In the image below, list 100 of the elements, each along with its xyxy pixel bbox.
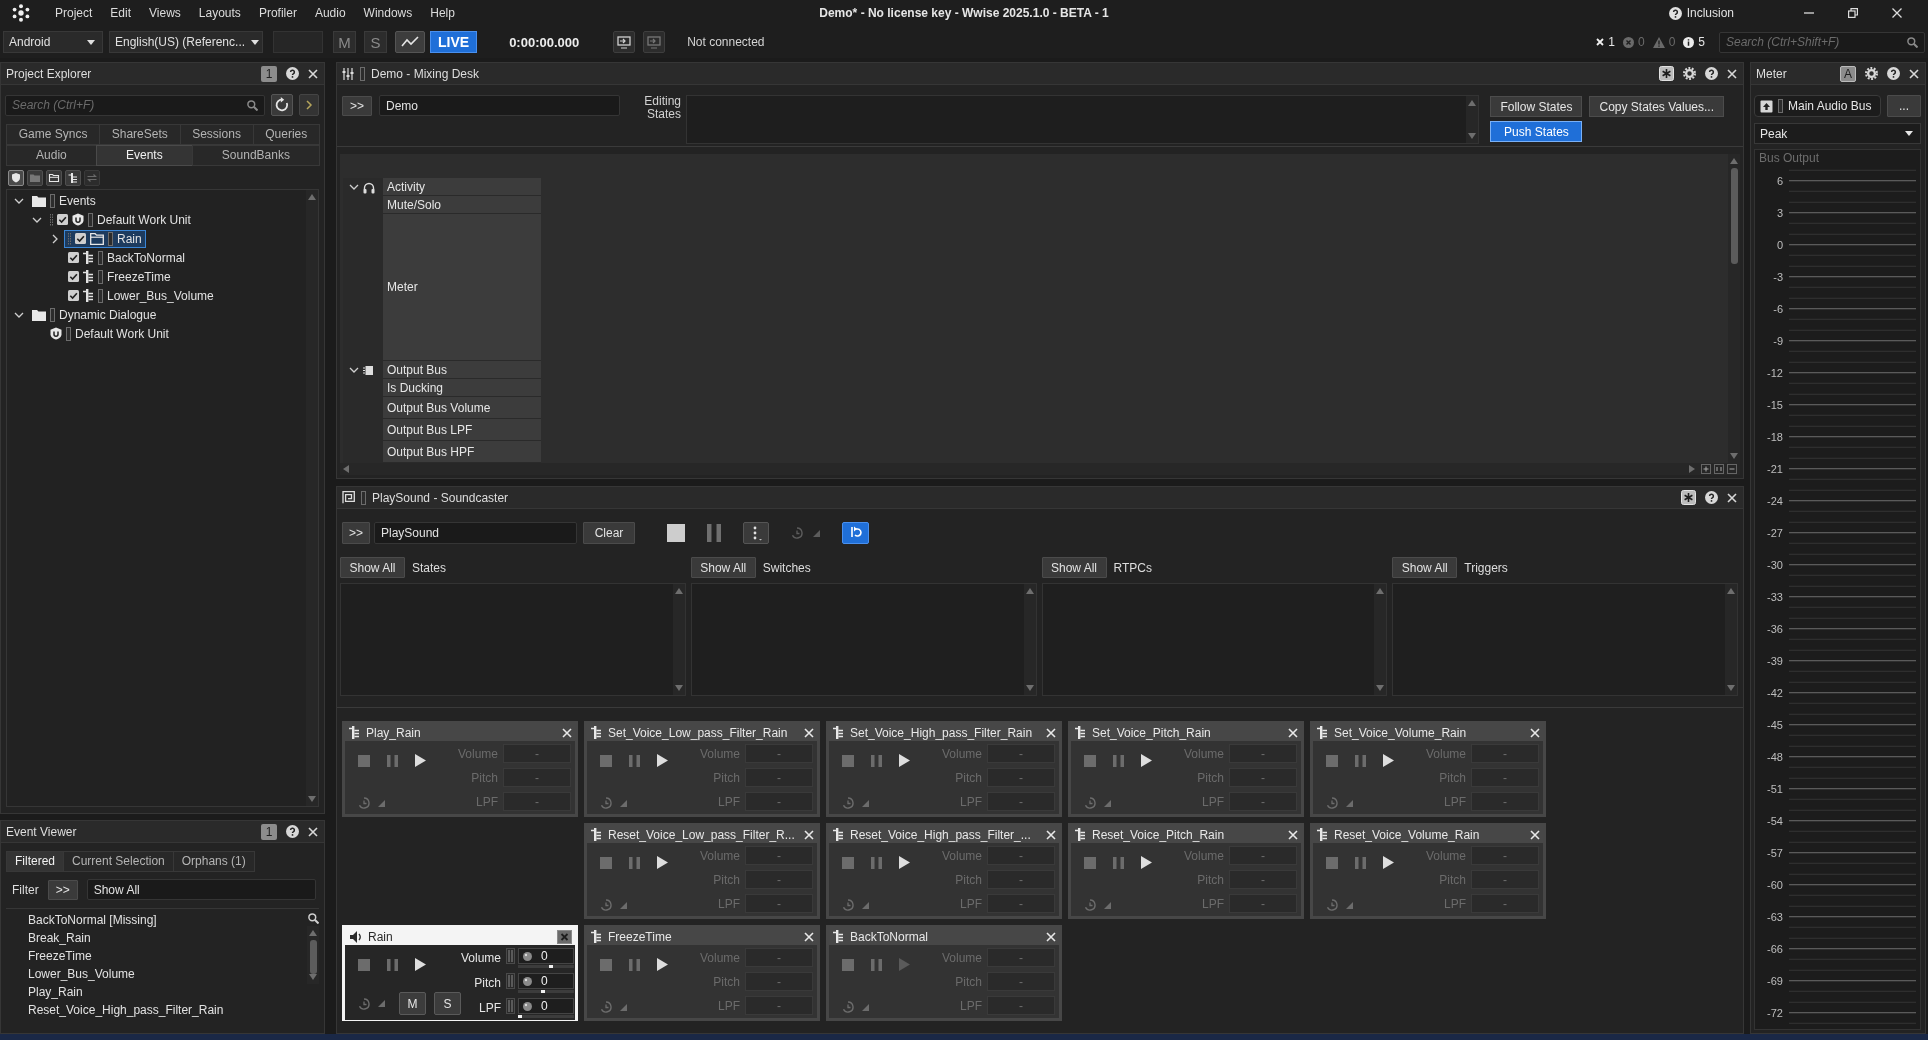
clock-icon[interactable] [842, 797, 854, 809]
play-icon[interactable] [415, 754, 426, 767]
play-icon[interactable] [899, 856, 910, 869]
platform-dropdown[interactable]: Android [3, 31, 103, 53]
live-button[interactable]: LIVE [430, 31, 478, 53]
triangle-icon[interactable] [1104, 799, 1111, 807]
clock-icon[interactable] [842, 899, 854, 911]
event-card[interactable]: Set_Voice_Pitch_Rain Volume - Pitch - LPF - [1068, 721, 1304, 817]
slider-thumb[interactable] [549, 965, 554, 968]
help-icon[interactable] [286, 67, 299, 80]
show-all-button[interactable]: Show All [340, 557, 405, 578]
event-card[interactable]: Reset_Voice_Low_pass_Filter_R... Volume - Pitch - LPF - [584, 823, 820, 919]
play-icon[interactable] [415, 958, 426, 971]
tab[interactable]: Events [95, 145, 193, 166]
checkbox[interactable] [68, 271, 79, 282]
stop-icon[interactable] [842, 958, 854, 971]
chevron-down-icon[interactable] [349, 182, 359, 192]
clock-icon[interactable] [842, 1001, 854, 1013]
triangle-icon[interactable] [620, 799, 627, 807]
tree-item[interactable]: BackToNormal [64, 248, 190, 267]
triangle-icon[interactable] [1346, 799, 1353, 807]
help-icon[interactable] [1705, 491, 1718, 504]
clock-icon[interactable] [1326, 899, 1338, 911]
sound-card[interactable]: Rain M S Volume 0 Pitch 0 LPF 0 [342, 925, 578, 1021]
list-item[interactable]: Play_Rain [28, 983, 307, 1001]
checkbox[interactable] [68, 252, 79, 263]
event-card[interactable]: BackToNormal Volume - Pitch - LPF - [826, 925, 1062, 1021]
zoom-out-icon[interactable] [1727, 464, 1737, 474]
stop-icon[interactable] [1084, 754, 1096, 767]
zoom-in-icon[interactable] [1701, 464, 1711, 474]
tab[interactable]: ShareSets [99, 124, 181, 145]
monitor-icon[interactable] [613, 31, 636, 53]
search-icon[interactable] [1907, 36, 1918, 48]
drag-handle-icon[interactable] [50, 213, 53, 226]
pause-icon[interactable] [707, 524, 721, 542]
menu-item[interactable]: Views [140, 3, 190, 23]
pause-icon[interactable] [871, 856, 882, 869]
search-field[interactable]: Search (Ctrl+Shift+F) [1719, 31, 1925, 53]
clock-icon[interactable] [358, 797, 370, 809]
play-icon[interactable] [1141, 754, 1152, 767]
shield-icon[interactable] [8, 170, 24, 186]
expand-button[interactable]: >> [342, 522, 370, 544]
search-field[interactable]: Search (Ctrl+F) [5, 94, 265, 116]
pause-icon[interactable] [629, 856, 640, 869]
user-name[interactable]: Inclusion [1686, 6, 1734, 20]
stop-icon[interactable] [1326, 856, 1338, 869]
stop-icon[interactable] [1084, 856, 1096, 869]
restore-icon[interactable] [1848, 8, 1858, 18]
clock-icon[interactable] [600, 797, 612, 809]
menu-item[interactable]: Audio [305, 3, 355, 23]
refresh-icon[interactable] [271, 94, 293, 116]
mute-button[interactable]: M [333, 31, 356, 53]
menu-item[interactable]: Profiler [249, 3, 306, 23]
clock-icon[interactable] [358, 997, 370, 1010]
settings-icon[interactable] [1865, 67, 1878, 80]
stop-icon[interactable] [600, 754, 612, 767]
stop-icon[interactable] [600, 856, 612, 869]
name-field[interactable]: Demo [379, 95, 620, 116]
tree-item[interactable]: Default Work Unit [46, 210, 195, 229]
tree-item[interactable]: Lower_Bus_Volume [64, 286, 218, 305]
reset-icon[interactable] [842, 522, 869, 544]
pause-icon[interactable] [871, 958, 882, 971]
letter-badge[interactable]: A [1840, 65, 1856, 82]
card-toggle-button[interactable]: M [399, 992, 426, 1015]
vertical-scrollbar[interactable] [1374, 584, 1387, 695]
toggle-button[interactable]: Copy States Values... [1589, 96, 1724, 117]
pause-icon[interactable] [871, 754, 882, 767]
toggle-button[interactable]: Push States [1490, 121, 1583, 142]
tab[interactable]: Orphans (1) [172, 851, 255, 872]
list-item[interactable]: Break_Rain [28, 929, 307, 947]
triangle-icon[interactable] [862, 799, 869, 807]
tree-item[interactable]: Rain [64, 229, 146, 248]
expand-button[interactable]: >> [342, 96, 372, 116]
monitor-icon[interactable] [643, 31, 666, 53]
checkbox[interactable] [57, 214, 68, 225]
warning-icon[interactable] [1652, 36, 1665, 48]
pause-icon[interactable] [387, 754, 398, 767]
menu-item[interactable]: Edit [101, 3, 141, 23]
event-card[interactable]: Reset_Voice_Pitch_Rain Volume - Pitch - LPF - [1068, 823, 1304, 919]
checkbox[interactable] [75, 233, 86, 244]
error-icon[interactable] [1622, 36, 1634, 48]
play-icon[interactable] [1141, 856, 1152, 869]
play-icon[interactable] [899, 754, 910, 767]
list-item[interactable]: FreezeTime [28, 947, 307, 965]
checkbox[interactable] [68, 290, 79, 301]
value-field[interactable]: 0 [518, 973, 575, 989]
asterisk-icon[interactable] [1681, 490, 1696, 505]
vertical-scrollbar[interactable] [307, 926, 319, 984]
logo-icon[interactable] [12, 4, 30, 22]
name-field[interactable]: PlaySound [374, 522, 577, 544]
vertical-scrollbar[interactable] [1728, 154, 1740, 463]
triangle-icon[interactable] [862, 1003, 869, 1011]
clock-icon[interactable] [600, 899, 612, 911]
toggle-button[interactable]: Follow States [1490, 96, 1583, 117]
stop-icon[interactable] [358, 754, 370, 767]
tree-item[interactable]: Events [28, 191, 100, 210]
play-icon[interactable] [657, 856, 668, 869]
event-card[interactable]: Set_Voice_Volume_Rain Volume - Pitch - LPF - [1310, 721, 1546, 817]
pause-icon[interactable] [629, 958, 640, 971]
clock-icon[interactable] [1084, 797, 1096, 809]
